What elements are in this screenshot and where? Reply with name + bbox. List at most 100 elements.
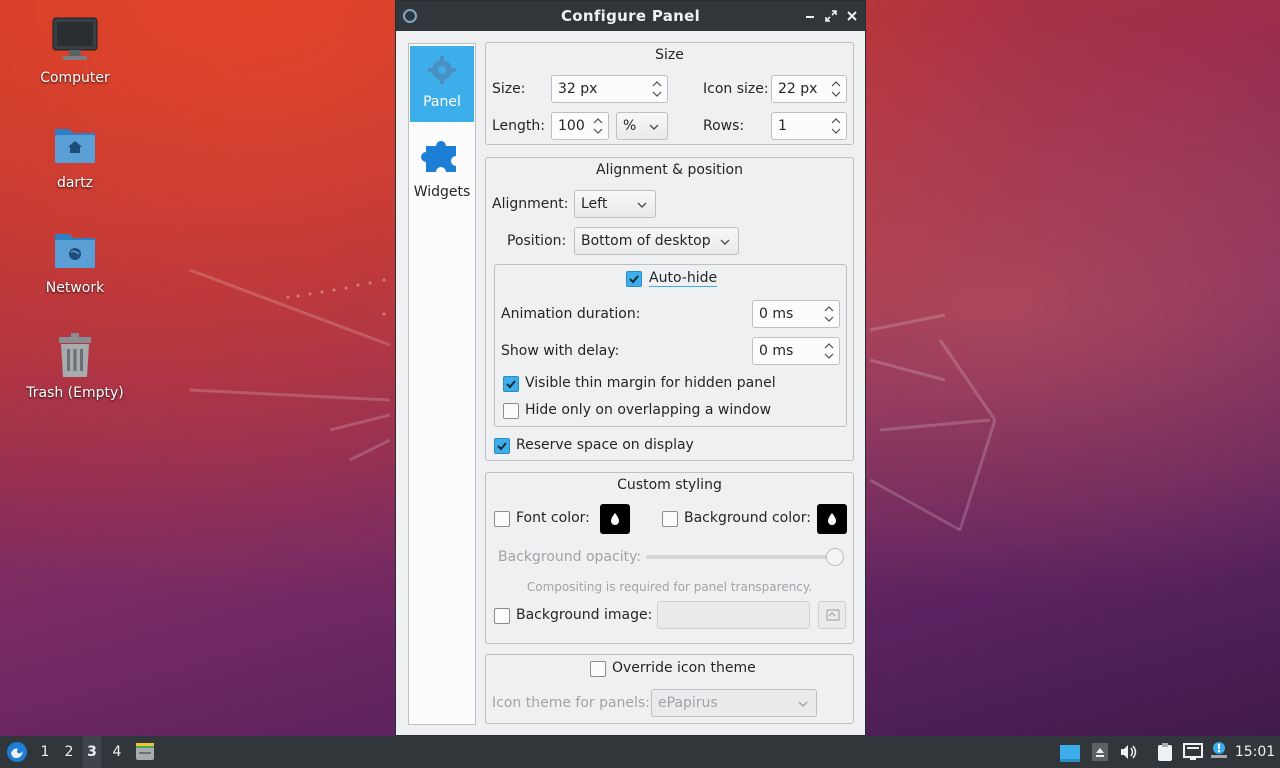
icon-size-spinbox[interactable]: 22 px bbox=[771, 75, 847, 103]
desktop-icon-network[interactable]: Network bbox=[15, 226, 135, 296]
font-color-checkbox[interactable] bbox=[494, 511, 510, 527]
overlap-label[interactable]: Hide only on overlapping a window bbox=[525, 402, 771, 418]
compositing-note: Compositing is required for panel transp… bbox=[526, 580, 813, 594]
position-value: Bottom of desktop bbox=[581, 233, 711, 249]
animation-duration-value: 0 ms bbox=[759, 306, 794, 322]
app-icon[interactable] bbox=[402, 8, 418, 24]
spin-arrows-icon[interactable] bbox=[823, 340, 835, 362]
spin-arrows-icon[interactable] bbox=[830, 78, 842, 100]
font-color-button[interactable] bbox=[600, 504, 630, 534]
group-title: Custom styling bbox=[617, 477, 722, 493]
workspace-1[interactable]: 1 bbox=[36, 736, 54, 768]
background-image-checkbox[interactable] bbox=[494, 608, 510, 624]
spin-arrows-icon[interactable] bbox=[823, 303, 835, 325]
alignment-value: Left bbox=[581, 196, 608, 212]
clock[interactable]: 15:01 bbox=[1234, 736, 1276, 768]
desktop-icon-label: Trash (Empty) bbox=[26, 385, 124, 401]
workspace-4[interactable]: 4 bbox=[108, 736, 126, 768]
group-title: Alignment & position bbox=[596, 162, 743, 178]
chevron-down-icon bbox=[720, 239, 730, 245]
sidebar-item-label: Widgets bbox=[413, 184, 471, 200]
length-spinbox[interactable]: 100 bbox=[551, 112, 609, 140]
icon-theme-value: ePapirus bbox=[658, 695, 718, 711]
show-delay-label: Show with delay: bbox=[501, 343, 620, 359]
rows-value: 1 bbox=[778, 118, 787, 134]
background-image-field[interactable] bbox=[657, 601, 810, 629]
desktop-icon-label: Network bbox=[45, 280, 105, 296]
minimize-icon[interactable] bbox=[801, 7, 819, 25]
config-sidebar: Panel Widgets bbox=[408, 43, 476, 725]
workspace-3[interactable]: 3 bbox=[83, 736, 101, 768]
thin-margin-label[interactable]: Visible thin margin for hidden panel bbox=[525, 375, 776, 391]
volume-icon[interactable] bbox=[1118, 736, 1138, 768]
lxqt-logo-icon bbox=[7, 742, 27, 762]
auto-hide-group: Auto-hide Animation duration: 0 ms Show … bbox=[494, 264, 847, 427]
background-color-button[interactable] bbox=[817, 504, 847, 534]
chevron-down-icon bbox=[798, 701, 808, 707]
spin-arrows-icon[interactable] bbox=[592, 115, 604, 137]
length-label: Length: bbox=[492, 118, 546, 134]
size-spinbox[interactable]: 32 px bbox=[551, 75, 668, 103]
auto-hide-checkbox[interactable] bbox=[626, 271, 642, 287]
configure-panel-window: Configure Panel Panel Widgets Size Size:… bbox=[395, 0, 866, 736]
overlap-checkbox[interactable] bbox=[503, 403, 519, 419]
size-group: Size Size: 32 px Icon size: 22 px Length… bbox=[485, 42, 854, 145]
length-unit-combo[interactable]: % bbox=[616, 112, 668, 140]
override-icon-theme-label[interactable]: Override icon theme bbox=[612, 660, 756, 676]
thin-margin-checkbox[interactable] bbox=[503, 376, 519, 392]
size-label: Size: bbox=[492, 81, 526, 97]
clipboard-icon[interactable] bbox=[1154, 736, 1176, 768]
desktop-icon-home-folder[interactable]: dartz bbox=[15, 121, 135, 191]
reserve-space-checkbox[interactable] bbox=[494, 438, 510, 454]
group-title: Size bbox=[655, 47, 684, 63]
auto-hide-label[interactable]: Auto-hide bbox=[649, 270, 718, 287]
custom-styling-group: Custom styling Font color: Background co… bbox=[485, 472, 854, 644]
icon-theme-combo[interactable]: ePapirus bbox=[651, 689, 817, 717]
trash-icon bbox=[51, 331, 99, 379]
desktop-icon-computer[interactable]: Computer bbox=[15, 16, 135, 86]
background-color-label[interactable]: Background color: bbox=[684, 510, 811, 526]
window-title: Configure Panel bbox=[560, 7, 701, 25]
alignment-position-group: Alignment & position Alignment: Left Pos… bbox=[485, 157, 854, 461]
workspace-2[interactable]: 2 bbox=[60, 736, 78, 768]
icon-theme-label: Icon theme for panels: bbox=[492, 695, 650, 711]
taskbar: 1 2 3 4 15:01 bbox=[0, 736, 1280, 768]
tray-expand-icon[interactable] bbox=[1090, 736, 1110, 768]
window-titlebar[interactable]: Configure Panel bbox=[396, 1, 865, 31]
spin-arrows-icon[interactable] bbox=[651, 78, 663, 100]
position-label: Position: bbox=[507, 233, 567, 249]
rows-spinbox[interactable]: 1 bbox=[771, 112, 847, 140]
chevron-down-icon bbox=[637, 202, 647, 208]
start-menu-button[interactable] bbox=[4, 736, 30, 768]
animation-duration-spinbox[interactable]: 0 ms bbox=[752, 300, 840, 328]
background-image-label[interactable]: Background image: bbox=[516, 607, 652, 623]
spin-arrows-icon[interactable] bbox=[830, 115, 842, 137]
close-icon[interactable] bbox=[843, 7, 861, 25]
override-icon-theme-checkbox[interactable] bbox=[590, 661, 606, 677]
color-drop-icon bbox=[828, 513, 836, 525]
position-combo[interactable]: Bottom of desktop bbox=[574, 227, 739, 255]
file-manager-icon bbox=[136, 743, 154, 760]
chevron-down-icon bbox=[649, 124, 659, 130]
sidebar-item-panel[interactable]: Panel bbox=[410, 46, 474, 122]
alignment-combo[interactable]: Left bbox=[574, 190, 656, 218]
notification-icon[interactable] bbox=[1208, 736, 1230, 768]
font-color-label[interactable]: Font color: bbox=[516, 510, 590, 526]
show-delay-spinbox[interactable]: 0 ms bbox=[752, 337, 840, 365]
sidebar-item-widgets[interactable]: Widgets bbox=[410, 124, 474, 200]
show-desktop-icon[interactable] bbox=[1058, 736, 1082, 768]
network-status-icon[interactable] bbox=[1182, 736, 1204, 768]
browse-image-button[interactable] bbox=[818, 601, 846, 629]
restore-icon[interactable] bbox=[822, 7, 840, 25]
background-opacity-slider[interactable] bbox=[646, 548, 844, 566]
slider-handle[interactable] bbox=[826, 548, 844, 566]
background-color-checkbox[interactable] bbox=[662, 511, 678, 527]
animation-duration-label: Animation duration: bbox=[501, 306, 641, 322]
alignment-label: Alignment: bbox=[492, 196, 569, 212]
home-folder-icon bbox=[51, 121, 99, 169]
reserve-space-label[interactable]: Reserve space on display bbox=[516, 437, 694, 453]
length-unit-value: % bbox=[623, 118, 637, 134]
file-manager-task[interactable] bbox=[132, 736, 158, 768]
desktop-icon-trash[interactable]: Trash (Empty) bbox=[15, 331, 135, 401]
length-value: 100 bbox=[558, 118, 585, 134]
